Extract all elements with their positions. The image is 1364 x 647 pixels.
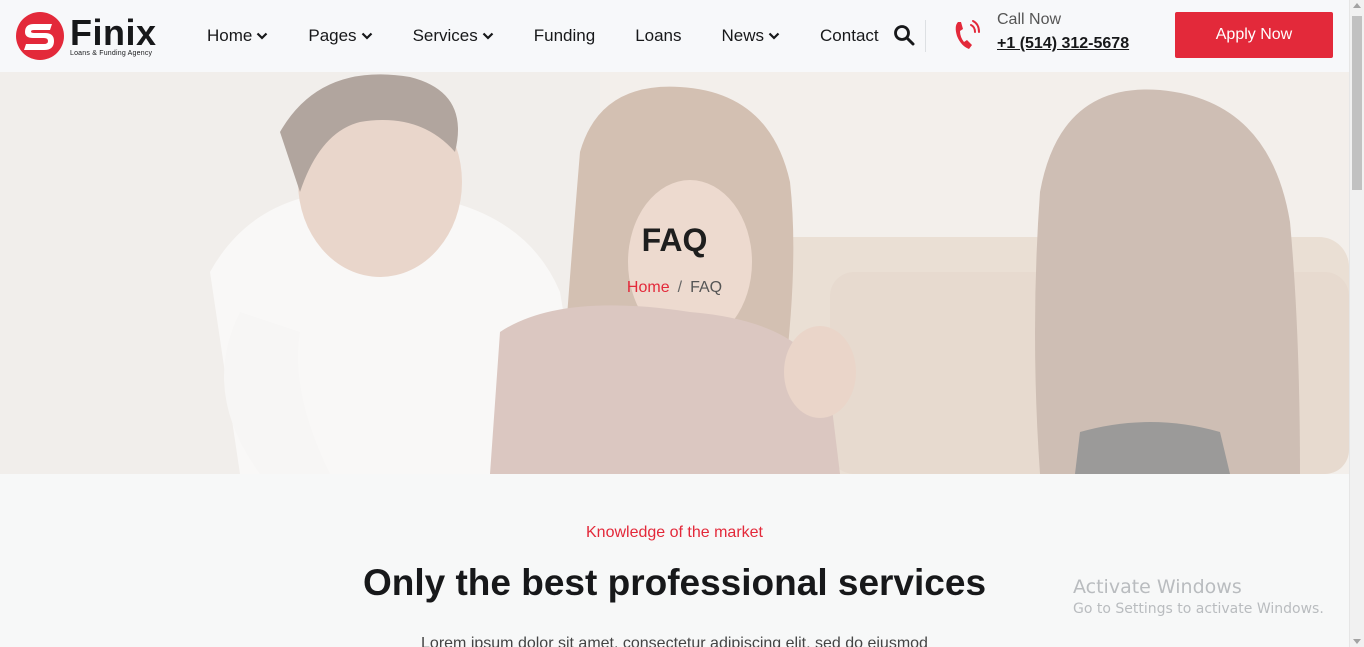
nav-item-pages[interactable]: Pages [308,26,372,46]
scroll-down-arrow-icon[interactable] [1353,639,1361,644]
apply-now-button[interactable]: Apply Now [1175,12,1333,58]
section-description: Lorem ipsum dolor sit amet, consectetur … [421,635,928,647]
nav-label: Contact [820,26,879,45]
nav-item-contact[interactable]: Contact [820,26,879,46]
nav-item-loans[interactable]: Loans [635,26,681,46]
scroll-up-arrow-icon[interactable] [1353,3,1361,8]
chevron-down-icon [482,32,494,40]
section-kicker: Knowledge of the market [586,524,763,541]
nav-label: News [721,26,765,45]
page-hero: FAQ Home / FAQ [0,72,1349,474]
nav-item-news[interactable]: News [722,26,781,46]
services-intro-section: Knowledge of the market Only the best pr… [0,474,1349,647]
nav-item-funding[interactable]: Funding [534,26,595,46]
breadcrumb-separator: / [677,279,683,296]
nav-label: Funding [533,26,596,45]
page-scrollbar[interactable] [1349,0,1364,647]
page-title: FAQ [641,222,708,258]
nav-item-home[interactable]: Home [207,26,268,46]
nav-label: Pages [308,26,357,45]
nav-label: Loans [635,26,682,45]
main-nav: Home Pages Services Funding Loans News C… [207,0,919,72]
nav-label: Services [412,26,478,45]
hero-overlay [0,72,1349,474]
chevron-down-icon [768,32,780,40]
windows-activation-title: Activate Windows [1073,576,1242,598]
logo[interactable]: Finix Loans & Funding Agency [14,10,170,62]
chevron-down-icon [361,32,372,40]
phone-number-link[interactable]: +1 (514) 312-5678 [997,35,1129,53]
search-icon[interactable] [893,24,915,46]
nav-label: Home [207,26,253,45]
call-now-label: Call Now [997,11,1062,28]
logo-tagline: Loans & Funding Agency [70,50,153,57]
breadcrumb-home-link[interactable]: Home [627,279,670,296]
logo-name: Finix [70,12,157,53]
site-header: Finix Loans & Funding Agency Home Pages … [0,0,1349,72]
phone-ringing-icon [955,20,980,49]
chevron-down-icon [257,32,268,40]
scrollbar-thumb[interactable] [1352,16,1362,190]
breadcrumb: Home / FAQ [0,279,1349,297]
breadcrumb-current: FAQ [690,279,723,296]
nav-item-services[interactable]: Services [413,26,494,46]
logo-icon [16,12,64,60]
header-divider [925,20,926,52]
windows-activation-subtitle: Go to Settings to activate Windows. [1073,601,1324,617]
